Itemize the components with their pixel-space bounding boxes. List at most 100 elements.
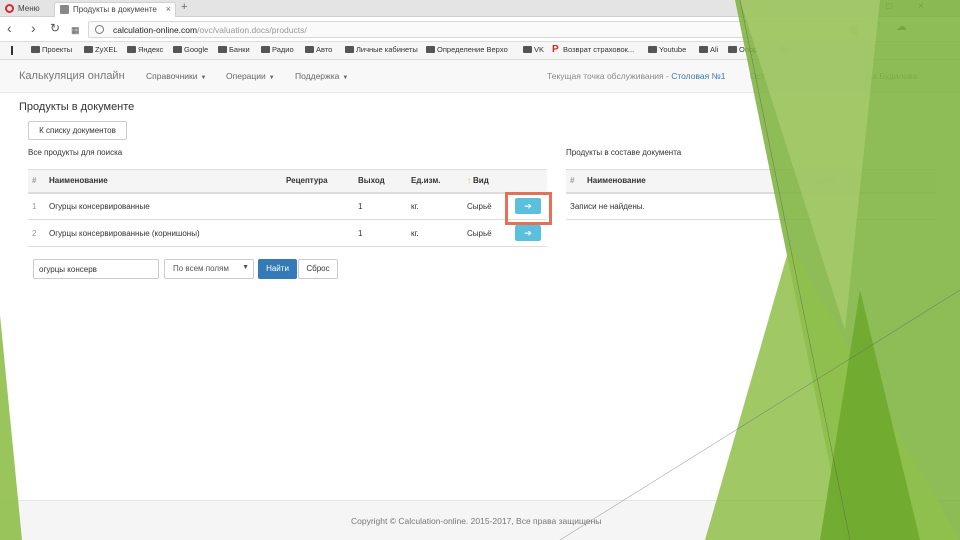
reset-button[interactable]: Сброс — [298, 259, 338, 279]
bookmark-banks[interactable]: Банки — [218, 45, 250, 54]
bookmark-m[interactable]: M — [779, 45, 796, 54]
folder-icon — [648, 46, 657, 53]
bookmark-label: M — [790, 45, 797, 54]
folder-icon — [728, 46, 737, 53]
folder-icon — [779, 46, 788, 53]
bookmark-label: VK — [534, 45, 545, 54]
caret-down-icon: ▼ — [200, 75, 207, 81]
deco-triangle-bottom — [705, 245, 960, 540]
find-button[interactable]: Найти — [258, 259, 297, 279]
bookmark-label: Youtube — [659, 45, 687, 54]
col-kind-header[interactable]: ↑ Вид — [463, 169, 511, 194]
cloud-icon[interactable]: ☁ — [896, 20, 907, 33]
menu-label: Справочники — [146, 71, 198, 81]
search-input[interactable] — [33, 259, 159, 279]
select-value: По всем полям — [173, 264, 229, 273]
bookmark-projects[interactable]: Проекты — [31, 45, 72, 54]
forward-icon[interactable]: › — [31, 21, 36, 35]
search-field-select[interactable]: По всем полям ▼ — [164, 259, 254, 279]
row-num: 2 — [28, 219, 45, 247]
menu-support[interactable]: Поддержка ▼ — [295, 71, 348, 81]
sort-up-icon: ↑ — [467, 176, 471, 186]
bookmark-verkho[interactable]: Определение Bepxo — [426, 45, 508, 54]
page-icon — [60, 5, 69, 14]
row-kind: Сырьё — [463, 219, 511, 247]
footer: Copyright © Calculation-online. 2015-201… — [0, 500, 960, 540]
bookmark-label: ZyXEL — [95, 45, 118, 54]
bookmark-label: Авто — [316, 45, 333, 54]
menu-operations[interactable]: Операции ▼ — [226, 71, 275, 81]
table-row: 1 Огурцы консервированные 1 кг. Сырьё ➔ — [28, 192, 547, 220]
document-products-table: # Наименование Цена Записи не найдены. — [566, 169, 936, 220]
minimize-icon[interactable]: – — [856, 1, 862, 12]
back-icon[interactable]: ‹ — [7, 21, 12, 35]
user-greeting[interactable]: Привет, Елена Будилова — [820, 71, 917, 81]
col-unit-header[interactable]: Ед.изм. — [407, 169, 463, 194]
col-name-header[interactable]: Наименование — [583, 169, 811, 194]
reload-icon[interactable]: ↻ — [50, 21, 60, 35]
bookmark-label: Личные кабинеты — [356, 45, 418, 54]
service-point-link[interactable]: Столовая №1 — [671, 71, 725, 81]
url-field[interactable]: calculation-online.com/ovc/valuation.doc… — [88, 21, 868, 38]
bookmark-insurance[interactable]: P Возврат страховок... — [552, 44, 635, 55]
col-name-header[interactable]: Наименование — [45, 169, 282, 194]
copyright-text: Copyright © Calculation-online. 2015-201… — [351, 516, 602, 526]
col-price-header[interactable]: Цена — [811, 169, 936, 194]
app-brand[interactable]: Калькуляция онлайн — [19, 70, 125, 82]
opera-icon — [5, 4, 14, 13]
browser-tabstrip: Меню Продукты в документе × + – □ × — [0, 0, 960, 17]
row-output: 1 — [354, 192, 407, 220]
url-host: calculation-online.com — [113, 25, 198, 35]
menu-references[interactable]: Справочники ▼ — [146, 71, 206, 81]
maximize-icon[interactable]: □ — [886, 1, 892, 12]
caret-down-icon: ▼ — [268, 75, 275, 81]
bookmarks-separator — [11, 46, 13, 55]
close-window-icon[interactable]: × — [918, 1, 924, 12]
products-search-table: # Наименование Рецептура Выход Ед.изм. ↑… — [28, 169, 547, 247]
bookmark-zyxel[interactable]: ZyXEL — [84, 45, 118, 54]
col-recipe-header[interactable]: Рецептура — [282, 169, 354, 194]
tab-products[interactable]: Продукты в документе × — [54, 2, 176, 17]
folder-icon — [173, 46, 182, 53]
pinterest-icon: P — [552, 44, 559, 55]
add-product-arrow-button[interactable]: ➔ — [515, 225, 541, 241]
bookmark-label: Возврат страховок... — [563, 45, 635, 54]
table-row: Записи не найдены. — [566, 192, 936, 220]
folder-icon — [218, 46, 227, 53]
bookmark-yandex[interactable]: Яндекс — [127, 45, 163, 54]
bookmark-label: Google — [184, 45, 209, 54]
bookmark-label: Проекты — [42, 45, 73, 54]
close-tab-icon[interactable]: × — [166, 4, 171, 14]
menu-label: Операции — [226, 71, 266, 81]
col-num-header[interactable]: # — [28, 169, 45, 194]
folder-icon — [261, 46, 270, 53]
all-products-subtitle: Все продукты для поиска — [28, 148, 123, 157]
bookmark-accounts[interactable]: Личные кабинеты — [345, 45, 418, 54]
service-point-label: Текущая точка обслуживания - — [547, 71, 672, 81]
app-navbar: Калькуляция онлайн Справочники ▼ Операции… — [0, 60, 960, 93]
bookmark-auto[interactable]: Авто — [305, 45, 332, 54]
col-num-header[interactable]: # — [566, 169, 583, 194]
service-point: Текущая точка обслуживания - Столовая №1 — [547, 71, 725, 81]
bookmark-vk[interactable]: VK — [523, 45, 544, 54]
tab-menu[interactable]: Меню — [0, 2, 54, 17]
speed-dial-icon[interactable]: ▦ — [71, 23, 80, 37]
empty-message: Записи не найдены. — [566, 192, 936, 220]
shield-icon[interactable] — [850, 25, 859, 35]
bookmark-opros[interactable]: Опорос — [728, 45, 765, 54]
bookmark-youtube[interactable]: Youtube — [648, 45, 686, 54]
table-header-row: # Наименование Цена — [566, 169, 936, 194]
folder-icon — [699, 46, 708, 53]
col-output-header[interactable]: Выход — [354, 169, 407, 194]
row-unit: кг. — [407, 192, 463, 220]
row-output: 1 — [354, 219, 407, 247]
chevron-down-icon: ▼ — [242, 264, 249, 271]
bookmark-ali[interactable]: Ali — [699, 45, 718, 54]
new-tab-icon[interactable]: + — [181, 1, 187, 13]
bookmark-google[interactable]: Google — [173, 45, 208, 54]
bookmark-radio[interactable]: Радио — [261, 45, 294, 54]
heart-icon[interactable]: ♡ — [871, 20, 881, 33]
table-row: 2 Огурцы консервированные (корнишоны) 1 … — [28, 219, 547, 247]
bookmarks-bar: Проекты ZyXEL Яндекс Google Банки Радио … — [0, 42, 960, 60]
back-to-documents-button[interactable]: К списку документов — [28, 121, 127, 140]
